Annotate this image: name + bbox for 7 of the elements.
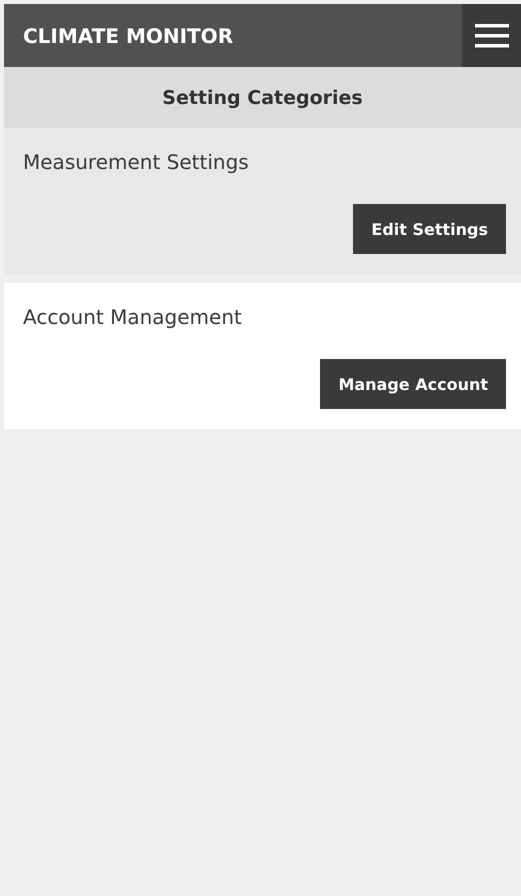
action-button[interactable]: Manage Account xyxy=(320,359,506,409)
category-title: Account Management xyxy=(23,305,243,329)
app-title: CLIMATE MONITOR xyxy=(22,24,234,48)
menu-button[interactable] xyxy=(462,4,521,67)
action-button[interactable]: Edit Settings xyxy=(353,204,506,254)
category-title: Measurement Settings xyxy=(23,150,250,174)
section-title: Setting Categories xyxy=(162,86,363,108)
